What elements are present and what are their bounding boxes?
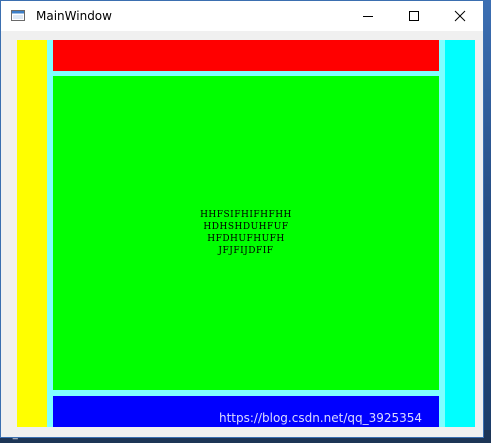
center-text-line: HFDHUFHUFH xyxy=(207,234,285,244)
main-window: MainWindow HHFSIFHIFHFHH HDHSHDUHFUF HFD… xyxy=(0,0,484,438)
app-window-icon xyxy=(11,10,25,21)
center-label: HHFSIFHIFHFHH HDHSHDUHFUF HFDHUFHUFH JFJ… xyxy=(53,76,439,390)
minimize-button[interactable] xyxy=(345,1,391,31)
title-bar[interactable]: MainWindow xyxy=(1,1,483,31)
maximize-button[interactable] xyxy=(391,1,437,31)
central-widget: HHFSIFHIFHFHH HDHSHDUHFUF HFDHUFHUFH JFJ… xyxy=(8,32,476,432)
close-button[interactable] xyxy=(437,1,483,31)
top-dock-panel xyxy=(53,40,439,71)
center-text-line: HDHSHDUHFUF xyxy=(203,222,289,232)
window-title: MainWindow xyxy=(36,9,112,23)
minimize-icon xyxy=(363,16,373,17)
watermark-text: https://blog.csdn.net/qq_3925354 xyxy=(219,411,423,425)
right-dock-panel xyxy=(445,40,475,427)
center-text-line: HHFSIFHIFHFHH xyxy=(200,210,292,220)
close-icon xyxy=(454,10,466,22)
left-dock-panel xyxy=(17,40,47,427)
maximize-icon xyxy=(409,11,419,21)
center-text-line: JFJFIJDFIF xyxy=(218,246,274,256)
